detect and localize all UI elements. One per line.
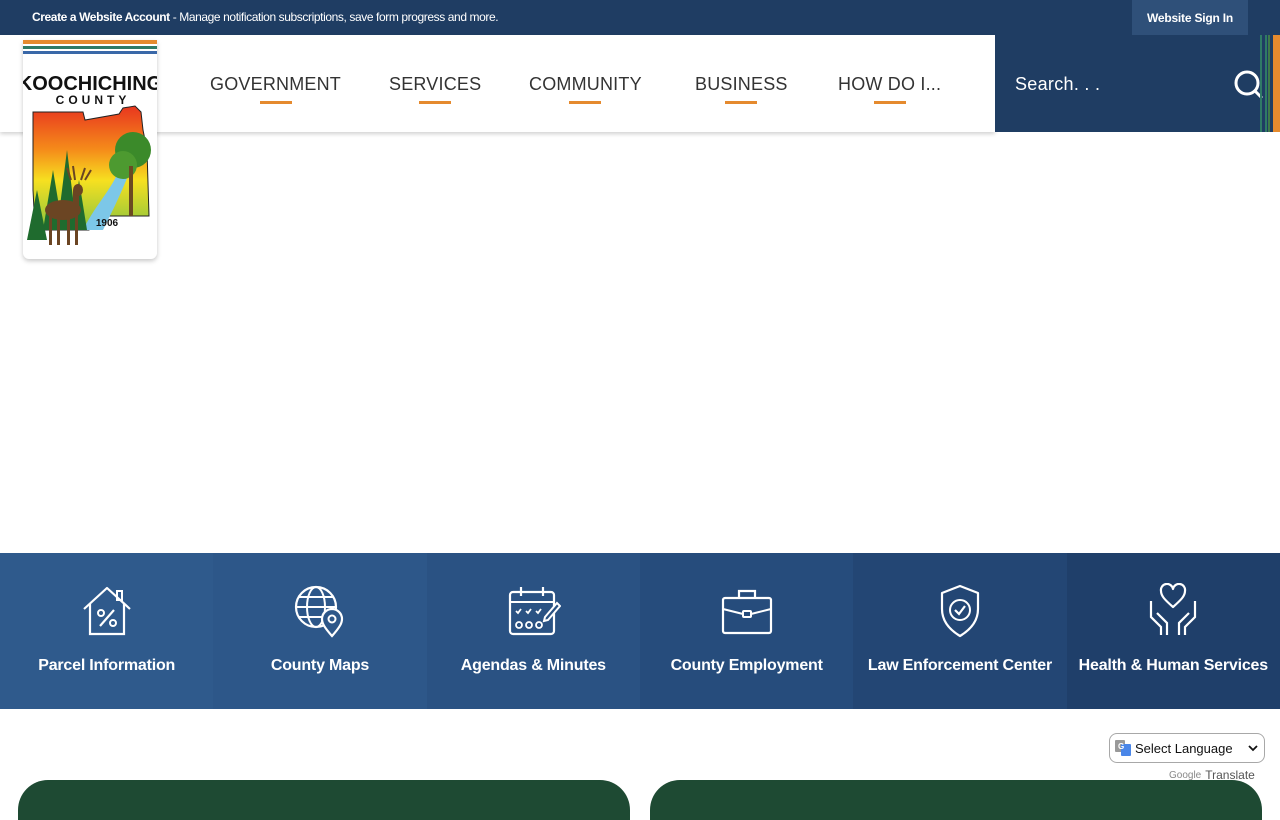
- nav-how-do-i[interactable]: HOW DO I...: [838, 74, 941, 104]
- search-icon[interactable]: [1233, 69, 1263, 99]
- nav-label: COMMUNITY: [529, 74, 642, 94]
- county-logo[interactable]: KOOCHICHING COUNTY 1906: [23, 40, 157, 259]
- chevron-down-icon: [1248, 745, 1258, 752]
- quick-link-label: Parcel Information: [38, 657, 176, 674]
- nav-underline: [725, 101, 758, 104]
- google-translate-icon: G: [1115, 740, 1131, 756]
- create-account-description: - Manage notification subscriptions, sav…: [169, 10, 499, 24]
- globe-pin-icon: [294, 585, 344, 638]
- quick-link-county-employment[interactable]: County Employment: [639, 553, 854, 709]
- quick-link-label: Agendas & Minutes: [460, 657, 606, 674]
- svg-text:G: G: [1118, 742, 1124, 751]
- logo-line1: KOOCHICHING: [23, 73, 157, 95]
- briefcase-icon: [721, 589, 772, 635]
- nav-underline: [419, 101, 452, 104]
- language-select-label: Select Language: [1135, 740, 1233, 756]
- quick-link-health-human-services[interactable]: Health & Human Services: [1066, 553, 1280, 709]
- feature-card-left[interactable]: [18, 780, 630, 820]
- nav-label: BUSINESS: [695, 74, 788, 94]
- nav-label: SERVICES: [389, 74, 482, 94]
- quick-links: Parcel Information County Maps Agendas &…: [0, 553, 1280, 709]
- nav-underline: [873, 101, 906, 104]
- search-box[interactable]: Search. . .: [995, 35, 1280, 132]
- quick-link-label: Health & Human Services: [1078, 657, 1268, 674]
- nav-business[interactable]: BUSINESS: [695, 74, 788, 104]
- nav-label: HOW DO I...: [838, 74, 942, 94]
- calendar-check-icon: [509, 587, 562, 636]
- nav-underline: [259, 101, 292, 104]
- logo-year: 1906: [96, 218, 119, 229]
- quick-link-label: Law Enforcement Center: [867, 657, 1053, 674]
- county-logo-graphic: KOOCHICHING COUNTY 1906: [23, 40, 157, 245]
- google-label: Google: [1169, 769, 1202, 781]
- shield-check-icon: [940, 584, 980, 638]
- quick-link-label: County Maps: [270, 657, 370, 674]
- quick-link-label: County Employment: [670, 657, 823, 674]
- quick-link-agendas-minutes[interactable]: Agendas & Minutes: [426, 553, 640, 709]
- logo-line2: COUNTY: [56, 93, 131, 107]
- create-account-link[interactable]: Create a Website Account: [32, 10, 170, 24]
- feature-card-right[interactable]: [650, 780, 1262, 820]
- nav-underline: [569, 101, 602, 104]
- create-account-message[interactable]: Create a Website Account - Manage notifi…: [32, 10, 499, 24]
- nav-government[interactable]: GOVERNMENT: [210, 74, 341, 104]
- top-utility-bar: Create a Website Account - Manage notifi…: [0, 0, 1280, 35]
- nav-label: GOVERNMENT: [210, 74, 342, 94]
- quick-link-county-maps[interactable]: County Maps: [213, 553, 427, 709]
- nav-services[interactable]: SERVICES: [389, 74, 481, 104]
- language-select[interactable]: G Select Language: [1109, 733, 1265, 763]
- house-percent-icon: [82, 586, 131, 636]
- quick-link-parcel-information[interactable]: Parcel Information: [0, 553, 214, 709]
- nav-community[interactable]: COMMUNITY: [529, 74, 642, 104]
- search-input[interactable]: Search. . .: [1015, 74, 1100, 95]
- hands-heart-icon: [1150, 583, 1197, 635]
- quick-link-law-enforcement-center[interactable]: Law Enforcement Center: [853, 553, 1067, 709]
- website-sign-in-button[interactable]: Website Sign In: [1132, 0, 1248, 35]
- decorative-stripes: [1260, 35, 1280, 132]
